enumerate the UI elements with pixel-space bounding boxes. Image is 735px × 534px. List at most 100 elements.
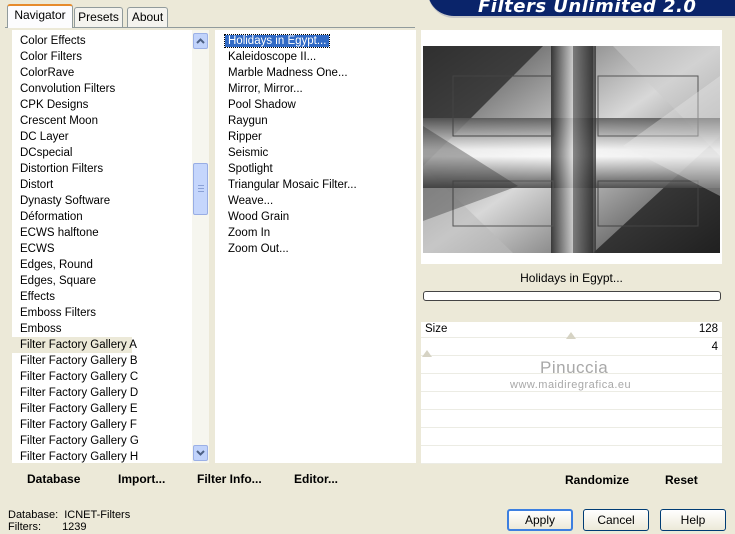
filter-item[interactable]: Seismic [215, 145, 416, 161]
category-item[interactable]: Filter Factory Gallery H [12, 449, 192, 463]
category-item[interactable]: Filter Factory Gallery D [12, 385, 192, 401]
category-item[interactable]: Distortion Filters [12, 161, 192, 177]
editor-button[interactable]: Editor... [294, 472, 338, 486]
category-item[interactable]: Convolution Filters [12, 81, 192, 97]
database-button[interactable]: Database [27, 472, 80, 486]
apply-button[interactable]: Apply [507, 509, 573, 531]
param-row-empty [421, 412, 722, 428]
category-item[interactable]: DC Layer [12, 129, 192, 145]
filter-item[interactable]: Zoom In [215, 225, 416, 241]
filter-item[interactable]: Mirror, Mirror... [215, 81, 416, 97]
status-database-label: Database: [8, 509, 59, 521]
category-item[interactable]: Filter Factory Gallery E [12, 401, 192, 417]
filter-info-button[interactable]: Filter Info... [197, 472, 262, 486]
param-value: 4 [711, 341, 718, 353]
category-item[interactable]: Edges, Round [12, 257, 192, 273]
filter-item[interactable]: Weave... [215, 193, 416, 209]
import-button[interactable]: Import... [118, 472, 165, 486]
preview-filter-name: Holidays in Egypt... [520, 271, 623, 285]
category-item[interactable]: ECWS halftone [12, 225, 192, 241]
filter-item-label: Spotlight [228, 163, 273, 175]
filter-item-label: Holidays in Egypt... [223, 34, 331, 48]
category-item[interactable]: Filter Factory Gallery A [12, 337, 137, 353]
grip-line [198, 188, 204, 189]
param-row-empty [421, 448, 722, 464]
filter-item[interactable]: Holidays in Egypt... [215, 33, 416, 49]
tab-presets[interactable]: Presets [74, 7, 123, 27]
filter-item-label: Ripper [228, 131, 262, 143]
chevron-down-icon [196, 450, 205, 456]
category-item[interactable]: Filter Factory Gallery F [12, 417, 192, 433]
filter-item-label: Raygun [228, 115, 268, 127]
category-item[interactable]: Emboss Filters [12, 305, 192, 321]
filter-item-label: Weave... [228, 195, 274, 207]
scroll-up-button[interactable] [193, 33, 208, 49]
filter-item-label: Triangular Mosaic Filter... [228, 179, 357, 191]
param-row-2[interactable]: 4 [421, 340, 722, 357]
slider-marker[interactable] [422, 350, 432, 357]
category-item[interactable]: Effects [12, 289, 192, 305]
cancel-button[interactable]: Cancel [583, 509, 649, 531]
watermark-name: Pinuccia [540, 358, 609, 377]
category-item[interactable]: Crescent Moon [12, 113, 192, 129]
category-item[interactable]: Distort [12, 177, 192, 193]
category-item[interactable]: CPK Designs [12, 97, 192, 113]
category-item[interactable]: Color Filters [12, 49, 192, 65]
category-item[interactable]: Color Effects [12, 33, 192, 49]
app-title: Filters Unlimited 2.0 [478, 0, 697, 17]
grip-line [198, 185, 204, 186]
category-item[interactable]: Emboss [12, 321, 192, 337]
list-button-bar: Database Import... Filter Info... Editor… [12, 463, 416, 493]
category-item[interactable]: Dynasty Software [12, 193, 192, 209]
category-item[interactable]: Filter Factory Gallery B [12, 353, 192, 369]
filter-item[interactable]: Marble Madness One... [215, 65, 416, 81]
filter-item[interactable]: Raygun [215, 113, 416, 129]
tab-navigator[interactable]: Navigator [7, 4, 73, 28]
status-filters-label: Filters: [8, 521, 41, 533]
status-filters-value: 1239 [62, 521, 87, 533]
scroll-thumb[interactable] [193, 163, 208, 215]
filter-item[interactable]: Wood Grain [215, 209, 416, 225]
category-item[interactable]: Filter Factory Gallery C [12, 369, 192, 385]
preview-image[interactable] [423, 46, 720, 253]
category-item[interactable]: ColorRave [12, 65, 192, 81]
filter-item-label: Zoom In [228, 227, 271, 239]
param-row-empty [421, 394, 722, 410]
category-scrollbar[interactable] [192, 30, 209, 463]
param-row-empty [421, 430, 722, 446]
tab-about[interactable]: About [127, 7, 168, 27]
filter-item[interactable]: Ripper [215, 129, 416, 145]
help-button[interactable]: Help [660, 509, 726, 531]
filter-item-label: Marble Madness One... [228, 67, 348, 79]
category-item[interactable]: Déformation [12, 209, 192, 225]
param-label: Size [425, 323, 448, 335]
reset-button[interactable]: Reset [665, 473, 698, 487]
filter-item[interactable]: Triangular Mosaic Filter... [215, 177, 416, 193]
preview-artwork [423, 46, 720, 253]
category-list[interactable]: Color Effects Color Filters ColorRave Convo… [12, 30, 192, 463]
filter-list[interactable]: Holidays in Egypt... Kaleidoscope II... Ma… [215, 30, 416, 463]
category-item[interactable]: Filter Factory Gallery G [12, 433, 192, 449]
filter-item-label: Wood Grain [228, 211, 290, 223]
scroll-down-button[interactable] [193, 445, 208, 461]
filter-item-label: Pool Shadow [228, 99, 296, 111]
grip-line [198, 191, 204, 192]
randomize-button[interactable]: Randomize [565, 473, 629, 487]
filter-item[interactable]: Zoom Out... [215, 241, 416, 257]
filter-item[interactable]: Spotlight [215, 161, 416, 177]
chevron-up-icon [196, 38, 205, 44]
filter-item[interactable]: Pool Shadow [215, 97, 416, 113]
status-database-value: ICNET-Filters [64, 509, 131, 521]
param-row-size[interactable]: Size 128 [421, 322, 722, 339]
filter-item-label: Zoom Out... [228, 243, 289, 255]
category-item[interactable]: ECWS [12, 241, 192, 257]
progress-bar [423, 291, 721, 301]
param-value: 128 [698, 323, 718, 335]
category-item[interactable]: DCspecial [12, 145, 192, 161]
slider-marker[interactable] [566, 332, 576, 339]
filter-item-label: Mirror, Mirror... [228, 83, 303, 95]
parameter-panel: Size 128 4 [421, 322, 722, 464]
category-item[interactable]: Edges, Square [12, 273, 192, 289]
filter-item[interactable]: Kaleidoscope II... [215, 49, 416, 65]
status-filters: Filters: 1239 [8, 521, 87, 534]
